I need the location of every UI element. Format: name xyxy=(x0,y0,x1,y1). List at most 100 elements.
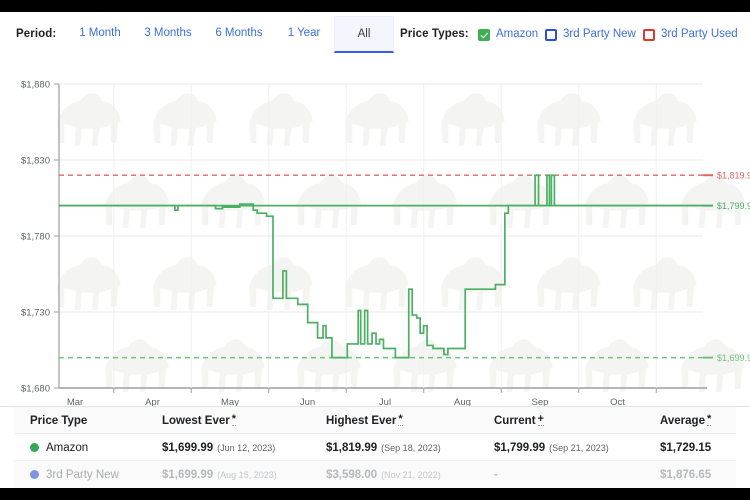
table-row[interactable]: 3rd Party New $1,699.99 (Aug 15, 2023) $… xyxy=(14,461,736,488)
x-axis-tick-label: Jul xyxy=(379,397,391,406)
price-type-label-3rd-party-used: 3rd Party Used xyxy=(661,28,738,41)
price-type-toggle-3rd-party-new[interactable]: 3rd Party New xyxy=(545,12,636,58)
lowest-ever-date: (Jun 12, 2023) xyxy=(217,442,276,453)
lowest-ever-value: $1,699.99 xyxy=(162,441,214,454)
camel-watermark-icon xyxy=(201,339,265,392)
camel-watermark-icon xyxy=(153,257,217,310)
average-value: $1,876.65 xyxy=(660,468,712,481)
price-history-chart[interactable]: $1,880 $1,830 $1,780 $1,730 $1,680 Mar Apr May J… xyxy=(0,58,750,406)
price-history-panel: Period: 1 Month 3 Months 6 Months 1 Year… xyxy=(0,12,750,488)
series-color-dot-icon xyxy=(30,470,39,479)
camel-watermark-icon xyxy=(105,339,169,392)
y-axis-tick-label: $1,730 xyxy=(21,308,50,319)
price-types-label: Price Types: xyxy=(400,28,469,40)
camel-watermark-icon xyxy=(537,93,601,146)
camel-watermark-icon xyxy=(393,175,457,228)
y-axis-tick-label: $1,880 xyxy=(21,80,50,91)
cell-average: $1,729.15 xyxy=(660,434,711,461)
camel-watermark-icon xyxy=(585,175,649,228)
camel-watermark-icon xyxy=(105,175,169,228)
period-label: Period: xyxy=(16,28,57,40)
camel-watermark-icon xyxy=(57,93,121,146)
average-value: $1,729.15 xyxy=(660,441,712,454)
table-header-row: Price Type Lowest Ever * Highest Ever * Cu… xyxy=(14,407,736,434)
y-axis-tick-label: $1,780 xyxy=(21,232,50,243)
current-value: $1,799.99 xyxy=(494,441,546,454)
highest-ever-date: (Nov 21, 2022) xyxy=(381,469,441,480)
current-date: (Sep 21, 2023) xyxy=(549,442,609,453)
period-tab-1-month[interactable]: 1 Month xyxy=(68,16,132,50)
camel-watermark-icon xyxy=(249,257,313,310)
camel-watermark-icon xyxy=(201,175,265,228)
reference-line-label-lowest-ever: $1,699.99 xyxy=(717,353,750,363)
price-type-name: 3rd Party New xyxy=(46,468,119,481)
chart-controls-bar: Period: 1 Month 3 Months 6 Months 1 Year… xyxy=(0,12,750,59)
checkbox-unchecked-icon[interactable] xyxy=(643,29,655,41)
y-axis-tick-label: $1,680 xyxy=(21,384,50,395)
column-header-lowest-ever[interactable]: Lowest Ever * xyxy=(162,407,237,434)
camel-watermark-icon xyxy=(345,93,409,146)
camel-watermark-icon xyxy=(537,257,601,310)
camel-watermark-icon xyxy=(681,339,745,392)
period-tab-6-months[interactable]: 6 Months xyxy=(204,16,274,50)
cell-current: $1,799.99 (Sep 21, 2023) xyxy=(494,434,609,461)
column-header-price-type: Price Type xyxy=(30,414,88,427)
camel-watermark-icon xyxy=(489,339,553,392)
reference-line-label-highest-ever: $1,819.99 xyxy=(717,171,750,181)
period-tab-1-year[interactable]: 1 Year xyxy=(275,16,333,50)
lowest-ever-date: (Aug 15, 2023) xyxy=(217,469,277,480)
price-type-label-3rd-party-new: 3rd Party New xyxy=(563,28,636,41)
table-row[interactable]: Amazon $1,699.99 (Jun 12, 2023) $1,819.9… xyxy=(14,434,736,461)
camel-watermark-icon xyxy=(297,339,361,392)
x-axis-tick-label: Sep xyxy=(532,397,549,406)
y-axis-tick-label: $1,830 xyxy=(21,156,50,167)
highest-ever-value: $3,598.00 xyxy=(326,468,378,481)
series-color-dot-icon xyxy=(30,443,39,452)
camel-watermark-icon xyxy=(249,93,313,146)
price-type-toggle-amazon[interactable]: Amazon xyxy=(478,12,538,58)
camel-watermark-icon xyxy=(585,339,649,392)
camel-watermark-icon xyxy=(345,257,409,310)
footnote-marker: * xyxy=(398,413,403,426)
letterbox-bottom-bar xyxy=(0,488,750,500)
cell-price-type: Amazon xyxy=(30,434,88,461)
letterbox-top-bar xyxy=(0,0,750,12)
checkbox-unchecked-icon[interactable] xyxy=(545,29,557,41)
period-tab-3-months[interactable]: 3 Months xyxy=(133,16,203,50)
highest-ever-value: $1,819.99 xyxy=(326,441,378,454)
camel-watermark-icon xyxy=(441,93,505,146)
cell-highest-ever: $3,598.00 (Nov 21, 2022) xyxy=(326,461,441,488)
x-axis-tick-label: Aug xyxy=(454,397,471,406)
camel-watermark-icon xyxy=(153,93,217,146)
cell-highest-ever: $1,819.99 (Sep 18, 2023) xyxy=(326,434,441,461)
footnote-marker: * xyxy=(706,413,712,426)
x-axis-tick-label: May xyxy=(221,397,239,406)
price-type-toggle-3rd-party-used[interactable]: 3rd Party Used xyxy=(643,12,738,58)
highest-ever-date: (Sep 18, 2023) xyxy=(381,442,441,453)
cell-average: $1,876.65 xyxy=(660,461,711,488)
cell-price-type: 3rd Party New xyxy=(30,461,119,488)
column-header-current[interactable]: Current + xyxy=(494,407,544,434)
price-summary-table: Price Type Lowest Ever * Highest Ever * Cu… xyxy=(0,406,750,488)
camel-watermark-icon xyxy=(489,175,553,228)
column-header-highest-ever[interactable]: Highest Ever * xyxy=(326,407,403,434)
period-tab-all[interactable]: All xyxy=(334,16,394,53)
footnote-marker: * xyxy=(231,413,237,426)
x-axis-tick-label: Apr xyxy=(145,397,160,406)
lowest-ever-value: $1,699.99 xyxy=(162,468,214,481)
current-value: - xyxy=(494,468,498,481)
price-type-label-amazon: Amazon xyxy=(496,28,539,41)
cell-lowest-ever: $1,699.99 (Jun 12, 2023) xyxy=(162,434,275,461)
chart-canvas[interactable]: $1,880 $1,830 $1,780 $1,730 $1,680 Mar Apr May J… xyxy=(0,58,750,407)
watermark-group xyxy=(57,93,745,392)
camel-watermark-icon xyxy=(441,257,505,310)
cell-lowest-ever: $1,699.99 (Aug 15, 2023) xyxy=(162,461,277,488)
camel-watermark-icon xyxy=(57,257,121,310)
camel-watermark-icon xyxy=(297,175,361,228)
reference-line-label-current: $1,799.99 xyxy=(717,201,750,211)
footnote-marker: + xyxy=(537,413,544,426)
column-header-average[interactable]: Average * xyxy=(660,407,712,434)
x-axis-tick-label: Jun xyxy=(300,397,315,406)
price-type-name: Amazon xyxy=(46,441,89,454)
checkbox-checked-icon[interactable] xyxy=(478,29,490,41)
